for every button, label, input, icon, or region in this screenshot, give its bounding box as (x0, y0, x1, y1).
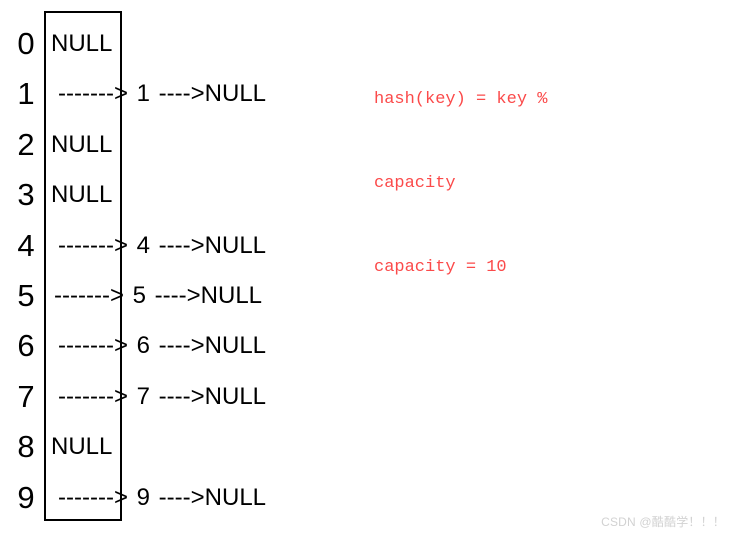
chain-arrow-to-node: -------> (54, 282, 124, 309)
chain-tail-null-label: NULL (204, 231, 267, 259)
bucket-index-label: 6 (17, 328, 35, 364)
bucket-chain: -------> 5 ---->NULL (54, 271, 262, 321)
chain-tail-null-label: NULL (204, 80, 267, 108)
bucket-index-label: 7 (17, 378, 35, 414)
chain-tail-null-label: NULL (204, 483, 267, 511)
chain-arrow-to-null: ----> (154, 282, 201, 309)
chain-node-key: 6 (136, 332, 150, 360)
chain-arrow-to-node: -------> (58, 332, 128, 360)
chain-tail-null-label: NULL (204, 382, 267, 410)
bucket-index-label: 4 (17, 227, 35, 263)
hash-formula-annotation: hash(key) = key % capacity capacity = 10 (374, 30, 674, 310)
chain-node-key: 7 (136, 382, 150, 410)
formula-line-3: capacity = 10 (374, 258, 507, 277)
formula-line-2: capacity (374, 174, 456, 193)
chain-node-key: 5 (132, 282, 146, 309)
bucket-row: 4 -------> 4 ---->NULL (0, 221, 340, 271)
chain-arrow-to-node: -------> (58, 483, 128, 511)
bucket-chain: -------> 4 ---->NULL (58, 221, 266, 271)
bucket-index-label: 9 (17, 479, 35, 515)
bucket-row: 7 -------> 7 ---->NULL (0, 372, 340, 422)
bucket-index-label: 3 (17, 177, 35, 213)
chain-arrow-to-null: ----> (158, 483, 205, 511)
bucket-row: 3 NULL (0, 170, 340, 220)
bucket-chain: -------> 1 ---->NULL (58, 69, 266, 119)
bucket-row: 0 NULL (0, 19, 340, 69)
bucket-empty-null-label: NULL (51, 433, 113, 461)
bucket-row: 9 -------> 9 ---->NULL (0, 473, 340, 523)
chain-arrow-to-node: -------> (58, 382, 128, 410)
bucket-row: 2 NULL (0, 120, 340, 170)
chain-arrow-to-node: -------> (58, 231, 128, 259)
bucket-empty-null-label: NULL (51, 181, 113, 209)
bucket-chain: -------> 9 ---->NULL (58, 473, 266, 523)
bucket-index-label: 2 (17, 126, 35, 162)
bucket-chain: -------> 6 ---->NULL (58, 321, 266, 371)
chain-tail-null-label: NULL (200, 282, 263, 309)
chain-arrow-to-null: ----> (158, 80, 205, 108)
chain-tail-null-label: NULL (204, 332, 267, 360)
bucket-chain: -------> 7 ---->NULL (58, 372, 266, 422)
csdn-watermark: CSDN @酷酷学！！！ (601, 515, 725, 529)
chain-node-key: 1 (136, 80, 150, 108)
bucket-empty-null-label: NULL (51, 130, 113, 158)
bucket-row: 6 -------> 6 ---->NULL (0, 321, 340, 371)
hash-table-diagram: 0 NULL 1 -------> 1 ---->NULL 2 NULL 3 NULL 4 ---… (0, 0, 340, 538)
chain-arrow-to-null: ----> (158, 332, 205, 360)
bucket-index-label: 8 (17, 429, 35, 465)
bucket-index-label: 5 (17, 278, 35, 313)
chain-node-key: 9 (136, 483, 150, 511)
chain-arrow-to-null: ----> (158, 231, 205, 259)
bucket-index-label: 1 (17, 76, 35, 112)
bucket-row: 1 -------> 1 ---->NULL (0, 69, 340, 119)
chain-arrow-to-node: -------> (58, 80, 128, 108)
formula-line-1: hash(key) = key % (374, 90, 548, 109)
bucket-row: 5 -------> 5 ---->NULL (0, 271, 340, 321)
chain-node-key: 4 (136, 231, 150, 259)
bucket-index-label: 0 (17, 26, 35, 61)
bucket-row: 8 NULL (0, 422, 340, 472)
chain-arrow-to-null: ----> (158, 382, 205, 410)
bucket-empty-null-label: NULL (51, 30, 113, 57)
